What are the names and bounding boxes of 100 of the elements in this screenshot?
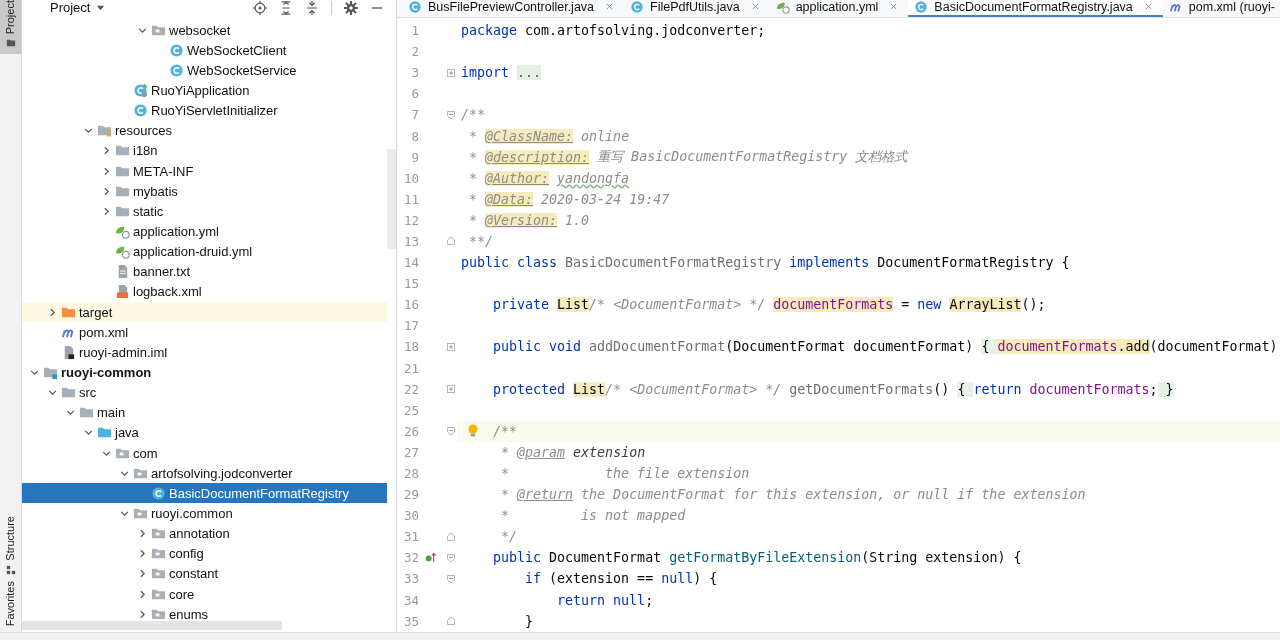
tool-window-tab[interactable]: Project [0, 0, 21, 55]
line-number: 3 [410, 65, 419, 81]
code-line: * is not mapped [500, 507, 687, 526]
editor-tab[interactable]: FilePdfUtils.java [624, 0, 770, 17]
tree-item[interactable]: annotation [22, 523, 387, 544]
code-line: * @return the DocumentFormat for this extension, or null if the extension [500, 486, 1087, 505]
tree-item[interactable]: constant [22, 563, 387, 584]
line-number: 25 [402, 402, 419, 418]
line-number: 6 [410, 86, 419, 102]
line-number: 14 [402, 255, 419, 271]
fold-icon[interactable] [446, 109, 456, 120]
code-line: * @Author: yandongfa [468, 169, 631, 188]
editor-tab[interactable]: BusFilePreviewController.java [402, 0, 625, 17]
line-number: 17 [402, 318, 419, 334]
code-line: public DocumentFormat getFormatByFileExtension(String extension) { [492, 549, 1023, 568]
line-number: 8 [410, 128, 419, 144]
close-icon[interactable] [889, 2, 899, 11]
tree-item[interactable]: application.yml [22, 221, 387, 242]
line-number: 34 [402, 592, 419, 608]
tree-item[interactable]: BasicDocumentFormatRegistry [22, 483, 387, 504]
tree-item[interactable]: core [22, 583, 387, 605]
code-line: * @Data: 2020-03-24 19:47 [468, 190, 671, 209]
collapse-all-icon[interactable] [305, 0, 319, 15]
tree-item[interactable]: application-druid.yml [22, 241, 387, 262]
code-line: * @description: 重写 BasicDocumentFormatRegistry 文档格式 [468, 148, 910, 167]
fold-icon[interactable] [446, 426, 456, 437]
tree-item[interactable]: WebSocketService [22, 60, 387, 81]
tree-item[interactable]: WebSocketClient [22, 40, 387, 61]
line-number: 26 [402, 423, 419, 439]
panel-title-dropdown[interactable]: Project [30, 0, 106, 15]
code-line: /** [460, 106, 487, 125]
line-number: 21 [402, 360, 419, 376]
tree-item[interactable]: main [22, 402, 387, 423]
tree-item[interactable]: artofsolving.jodconverter [22, 463, 387, 484]
tree-item[interactable]: ruoyi.common [22, 503, 387, 524]
scrollbar-thumb[interactable] [387, 149, 396, 249]
tree-item[interactable]: ruoyi-admin.iml [22, 342, 387, 363]
fold-icon[interactable] [446, 552, 456, 563]
override-icon[interactable] [424, 552, 436, 564]
caret-icon [96, 3, 106, 12]
close-icon[interactable] [605, 2, 615, 11]
tool-window-tab[interactable]: Favorites [0, 580, 21, 632]
editor-tab[interactable]: BasicDocumentFormatRegistry.java [908, 0, 1163, 17]
tree-item[interactable]: META-INF [22, 161, 387, 182]
line-number: 15 [402, 276, 419, 292]
locate-icon[interactable] [253, 0, 267, 15]
code-line: * the file extension [500, 465, 751, 483]
tree-item[interactable]: logback.xml [22, 281, 387, 302]
tree-item[interactable]: pom.xml [22, 322, 387, 343]
tree-item[interactable]: resources [22, 120, 387, 141]
line-number: 13 [402, 234, 419, 249]
line-number: 7 [410, 107, 419, 123]
folder-icon [5, 38, 16, 49]
line-number: 22 [402, 381, 419, 397]
code-line: private List/* <DocumentFormat> */ documentFormats = new ArrayList(); [492, 296, 1047, 315]
code-line: * @ClassName: online [468, 127, 631, 146]
editor-tab[interactable]: application.yml [769, 0, 909, 17]
tree-item[interactable]: java [22, 422, 387, 443]
tree-item[interactable]: enums [22, 604, 387, 619]
expand-all-icon[interactable] [279, 0, 293, 15]
tool-window-tab[interactable]: Structure [0, 516, 21, 581]
code-line: * @param extension [500, 443, 647, 462]
line-number: 30 [402, 508, 419, 524]
tree-item[interactable]: banner.txt [22, 261, 387, 282]
code-line: return null; [556, 591, 655, 610]
line-number: 11 [402, 191, 419, 207]
tree-item[interactable]: mybatis [22, 181, 387, 202]
code-line: public void addDocumentFormat(DocumentFormat documentFormat) { documentFormats.add(documentFormat) [492, 338, 1279, 357]
line-number: 2 [410, 44, 419, 60]
tree-item[interactable]: target [22, 301, 387, 323]
fold-icon[interactable] [446, 574, 456, 584]
tree-item[interactable]: com [22, 442, 387, 464]
editor-tab[interactable]: pom.xml (ruoyi- [1162, 0, 1280, 17]
line-number: 1 [410, 23, 419, 39]
code-line: import ... [460, 64, 543, 83]
tree-item[interactable]: config [22, 543, 387, 564]
line-number: 16 [402, 297, 419, 313]
line-number: 18 [402, 339, 419, 355]
line-number: 10 [402, 170, 419, 186]
code-line: protected List/* <DocumentFormat> */ getDocumentFormats() { return documentFormats; } [492, 380, 1175, 399]
code-line: */ [500, 528, 519, 547]
tree-item[interactable]: static [22, 201, 387, 222]
close-icon[interactable] [750, 2, 760, 11]
line-number: 32 [402, 550, 419, 566]
line-number: 9 [410, 149, 419, 165]
tree-item[interactable]: RuoYiApplication [22, 80, 387, 101]
line-number: 27 [402, 444, 419, 460]
tree-item[interactable]: websocket [22, 20, 387, 41]
close-icon[interactable] [1143, 2, 1153, 11]
code-line: public class BasicDocumentFormatRegistry implements DocumentFormatRegistry { [460, 254, 1071, 273]
tree-item[interactable]: RuoYiServletInitializer [22, 100, 387, 121]
settings-icon[interactable] [344, 0, 358, 15]
scrollbar-thumb[interactable] [22, 621, 282, 630]
line-number: 12 [402, 212, 419, 228]
tree-item[interactable]: i18n [22, 140, 387, 161]
structure-icon [5, 564, 16, 575]
tree-item[interactable]: src [22, 382, 387, 403]
tree-item[interactable]: ruoyi-common [22, 362, 387, 383]
line-number: 35 [402, 613, 419, 629]
code-line: } [524, 612, 535, 631]
